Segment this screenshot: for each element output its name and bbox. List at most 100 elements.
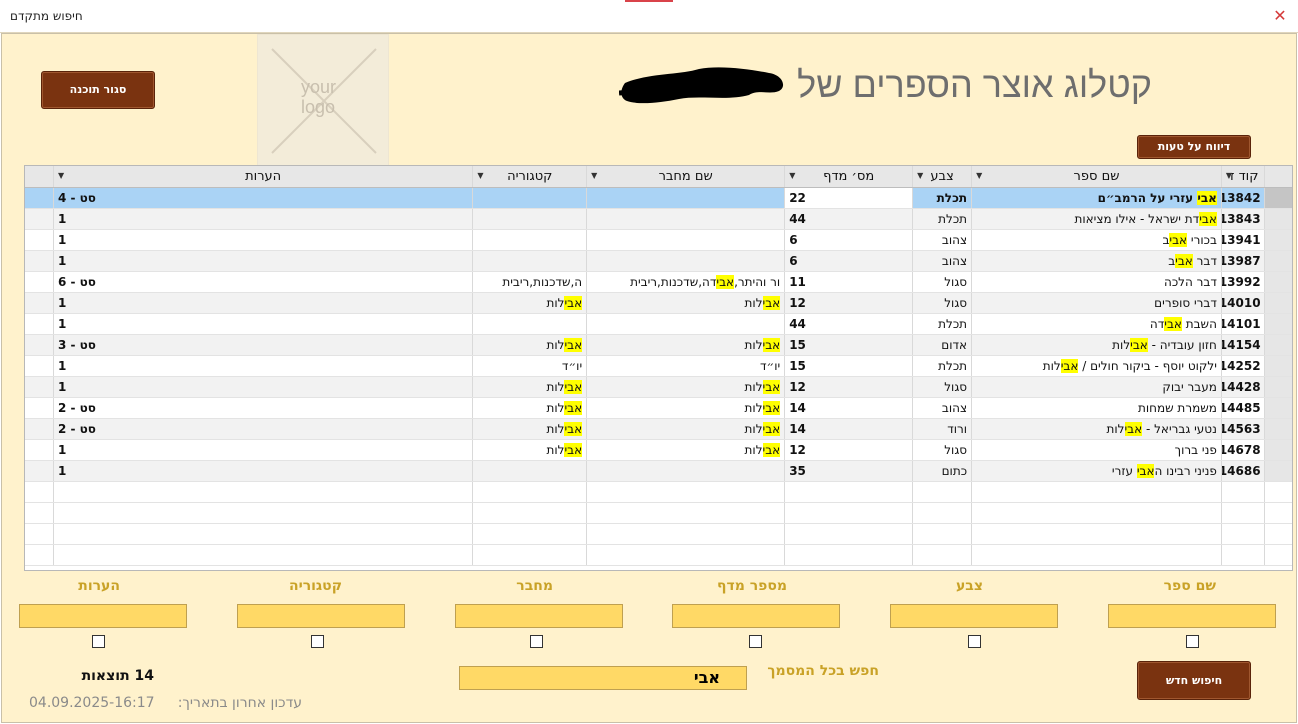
cell-title[interactable]: דבר אביב	[971, 250, 1222, 272]
row-selector[interactable]	[1264, 229, 1292, 251]
cell-color[interactable]: ורוד	[912, 418, 973, 440]
column-header-notes[interactable]: הערות ▼	[53, 166, 474, 188]
row-selector[interactable]	[1264, 418, 1292, 440]
cell-color[interactable]: סגול	[912, 376, 973, 398]
dropdown-arrow-icon[interactable]: ▼	[917, 171, 923, 180]
cell-shelf[interactable]: 35	[784, 460, 914, 482]
cell-category[interactable]	[472, 208, 588, 230]
row-selector[interactable]	[1264, 355, 1292, 377]
global-search-input[interactable]: אבי	[459, 666, 747, 690]
cell-shelf[interactable]: 14	[784, 397, 914, 419]
sort-arrow-icon[interactable]: ▼	[1226, 171, 1232, 180]
dropdown-arrow-icon[interactable]: ▼	[976, 171, 982, 180]
column-header-code[interactable]: קוד זי ▼	[1221, 166, 1265, 188]
row-selector[interactable]	[1264, 334, 1292, 356]
cell-color[interactable]: סגול	[912, 292, 973, 314]
table-row[interactable]: 14010 דברי סופרים סגול 12 אבילות אבילות 1	[25, 292, 1292, 314]
column-header-author[interactable]: שם מחבר ▼	[586, 166, 786, 188]
cell-code[interactable]: 14154	[1221, 334, 1265, 356]
cell-title[interactable]: פני ברוך	[971, 439, 1222, 461]
cell-notes[interactable]: סט - 3	[53, 334, 474, 356]
cell-title[interactable]: אבי עזרי על הרמב״ם	[971, 187, 1222, 209]
cell-title[interactable]: מעבר יבוק	[971, 376, 1222, 398]
column-header-category[interactable]: קטגוריה ▼	[472, 166, 588, 188]
cell-code[interactable]: 13842	[1221, 187, 1265, 209]
cell-color[interactable]: צהוב	[912, 250, 973, 272]
cell-author[interactable]	[586, 208, 786, 230]
cell-color[interactable]: צהוב	[912, 229, 973, 251]
filter-notes-input[interactable]	[19, 604, 187, 628]
cell-color[interactable]: אדום	[912, 334, 973, 356]
cell-shelf[interactable]: 15	[784, 355, 914, 377]
cell-code[interactable]: 14010	[1221, 292, 1265, 314]
cell-shelf[interactable]: 22	[784, 187, 914, 209]
cell-category[interactable]: אבילות	[472, 334, 588, 356]
filter-notes-checkbox[interactable]	[92, 635, 105, 648]
cell-notes[interactable]: סט - 6	[53, 271, 474, 293]
cell-color[interactable]: תכלת	[912, 187, 973, 209]
row-selector[interactable]	[1264, 397, 1292, 419]
cell-title[interactable]: השבת אבידה	[971, 313, 1222, 335]
cell-code[interactable]: 13992	[1221, 271, 1265, 293]
cell-notes[interactable]: 1	[53, 250, 474, 272]
cell-category[interactable]: אבילות	[472, 397, 588, 419]
cell-author[interactable]: אבילות	[586, 397, 786, 419]
cell-color[interactable]: סגול	[912, 271, 973, 293]
cell-category[interactable]: אבילות	[472, 376, 588, 398]
row-selector[interactable]	[1264, 271, 1292, 293]
cell-color[interactable]: תכלת	[912, 313, 973, 335]
cell-code[interactable]: 14428	[1221, 376, 1265, 398]
table-row[interactable]: 14678 פני ברוך סגול 12 אבילות אבילות 1	[25, 439, 1292, 461]
filter-author-checkbox[interactable]	[530, 635, 543, 648]
cell-author[interactable]: אבילות	[586, 334, 786, 356]
cell-code[interactable]: 14563	[1221, 418, 1265, 440]
table-row[interactable]: 14101 השבת אבידה תכלת 44 1	[25, 313, 1292, 335]
cell-author[interactable]: ור והיתר,אבידה,שדכנות,ריבית	[586, 271, 786, 293]
table-row[interactable]: 13941 בכורי אביב צהוב 6 1	[25, 229, 1292, 251]
table-row[interactable]: 13842 אבי עזרי על הרמב״ם תכלת 22 סט - 4	[25, 187, 1292, 209]
cell-code[interactable]: 14252	[1221, 355, 1265, 377]
cell-notes[interactable]: 1	[53, 376, 474, 398]
cell-author[interactable]	[586, 187, 786, 209]
table-row[interactable]: 14485 משמרת שמחות צהוב 14 אבילות אבילות סט - 2	[25, 397, 1292, 419]
table-row[interactable]: 13987 דבר אביב צהוב 6 1	[25, 250, 1292, 272]
cell-notes[interactable]: 1	[53, 229, 474, 251]
cell-shelf[interactable]: 6	[784, 250, 914, 272]
cell-code[interactable]: 13987	[1221, 250, 1265, 272]
cell-author[interactable]	[586, 229, 786, 251]
row-selector[interactable]	[1264, 187, 1292, 209]
cell-notes[interactable]: 1	[53, 355, 474, 377]
dropdown-arrow-icon[interactable]: ▼	[477, 171, 483, 180]
cell-color[interactable]: תכלת	[912, 208, 973, 230]
cell-notes[interactable]: 1	[53, 460, 474, 482]
dropdown-arrow-icon[interactable]: ▼	[58, 171, 64, 180]
row-selector[interactable]	[1264, 250, 1292, 272]
cell-code[interactable]: 14101	[1221, 313, 1265, 335]
cell-category[interactable]: יו״ד	[472, 355, 588, 377]
table-row[interactable]: 14563 נטעי גבריאל - אבילות ורוד 14 אבילות אבי…	[25, 418, 1292, 440]
new-search-button[interactable]: חיפוש חדש	[1137, 661, 1251, 700]
row-selector[interactable]	[1264, 376, 1292, 398]
cell-author[interactable]: אבילות	[586, 292, 786, 314]
cell-shelf[interactable]: 12	[784, 376, 914, 398]
cell-author[interactable]	[586, 460, 786, 482]
row-selector[interactable]	[1264, 460, 1292, 482]
cell-code[interactable]: 14485	[1221, 397, 1265, 419]
table-row[interactable]: 13843 אבידת ישראל - אילו מציאות תכלת 44 1	[25, 208, 1292, 230]
cell-notes[interactable]: סט - 2	[53, 418, 474, 440]
cell-title[interactable]: בכורי אביב	[971, 229, 1222, 251]
filter-category-checkbox[interactable]	[311, 635, 324, 648]
cell-author[interactable]: יו״ד	[586, 355, 786, 377]
cell-title[interactable]: ילקוט יוסף - ביקור חולים / אבילות	[971, 355, 1222, 377]
table-row[interactable]: 14686 פניני רבינו האבי עזרי כתום 35 1	[25, 460, 1292, 482]
cell-color[interactable]: תכלת	[912, 355, 973, 377]
cell-author[interactable]: אבילות	[586, 376, 786, 398]
cell-shelf[interactable]: 14	[784, 418, 914, 440]
cell-shelf[interactable]: 44	[784, 313, 914, 335]
cell-shelf[interactable]: 6	[784, 229, 914, 251]
filter-category-input[interactable]	[237, 604, 405, 628]
cell-category[interactable]	[472, 460, 588, 482]
row-selector[interactable]	[1264, 439, 1292, 461]
filter-color-input[interactable]	[890, 604, 1058, 628]
row-selector-header[interactable]	[1264, 166, 1292, 188]
